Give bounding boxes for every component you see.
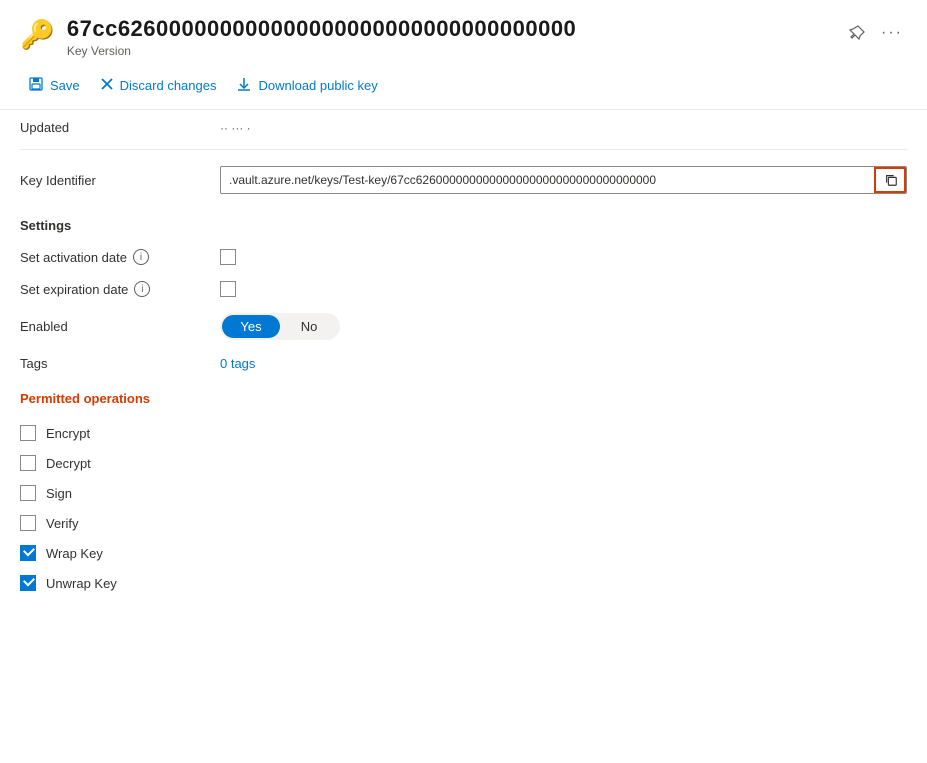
content-area: Updated ·· ··· · Key Identifier Settings… <box>0 110 927 602</box>
pin-button[interactable] <box>845 21 869 45</box>
tags-row: Tags 0 tags <box>20 348 907 379</box>
download-label: Download public key <box>258 78 377 93</box>
header-actions: ··· <box>845 16 907 46</box>
activation-row: Set activation date i <box>20 241 907 273</box>
key-identifier-input[interactable] <box>221 167 874 193</box>
tags-link[interactable]: 0 tags <box>220 356 255 371</box>
header-text: 67cc626000000000000000000000000000000000… <box>67 16 833 58</box>
operation-checkbox[interactable] <box>20 425 36 441</box>
operation-row: Verify <box>20 508 907 538</box>
page-title: 67cc626000000000000000000000000000000000 <box>67 16 833 42</box>
operation-label: Sign <box>46 486 72 501</box>
permitted-operations-list: Encrypt Decrypt Sign Verify Wrap Key Unwrap K… <box>20 414 907 602</box>
divider-1 <box>20 149 907 150</box>
toolbar: Save Discard changes Download public key <box>0 66 927 110</box>
scrolled-label: Updated <box>20 120 220 135</box>
key-identifier-field <box>220 166 907 194</box>
copy-button[interactable] <box>874 167 906 193</box>
expiration-checkbox[interactable] <box>220 281 236 297</box>
activation-checkbox[interactable] <box>220 249 236 265</box>
settings-section-title: Settings <box>20 206 907 241</box>
scrolled-field-row: Updated ·· ··· · <box>20 110 907 145</box>
operation-checkbox[interactable] <box>20 515 36 531</box>
discard-label: Discard changes <box>120 78 217 93</box>
operation-row: Unwrap Key <box>20 568 907 598</box>
operation-row: Decrypt <box>20 448 907 478</box>
key-icon: 🔑 <box>20 18 55 51</box>
key-identifier-row: Key Identifier <box>20 154 907 206</box>
operation-checkbox[interactable] <box>20 455 36 471</box>
enabled-label: Enabled <box>20 319 220 334</box>
key-identifier-label: Key Identifier <box>20 173 220 188</box>
page-header: 🔑 67cc6260000000000000000000000000000000… <box>0 0 927 66</box>
operation-label: Verify <box>46 516 79 531</box>
operation-checkbox[interactable] <box>20 545 36 561</box>
expiration-label: Set expiration date i <box>20 281 220 297</box>
operation-row: Sign <box>20 478 907 508</box>
page-subtitle: Key Version <box>67 44 833 58</box>
save-icon <box>28 76 44 95</box>
save-button[interactable]: Save <box>20 70 88 101</box>
save-label: Save <box>50 78 80 93</box>
operation-label: Encrypt <box>46 426 90 441</box>
toggle-yes[interactable]: Yes <box>222 315 280 338</box>
operation-row: Wrap Key <box>20 538 907 568</box>
operation-label: Decrypt <box>46 456 91 471</box>
activation-label: Set activation date i <box>20 249 220 265</box>
operation-row: Encrypt <box>20 418 907 448</box>
activation-info-icon[interactable]: i <box>133 249 149 265</box>
enabled-toggle[interactable]: Yes No <box>220 313 340 340</box>
scrolled-value: ·· ··· · <box>220 121 907 135</box>
discard-button[interactable]: Discard changes <box>92 71 225 100</box>
operation-checkbox[interactable] <box>20 575 36 591</box>
download-button[interactable]: Download public key <box>228 70 385 101</box>
expiration-row: Set expiration date i <box>20 273 907 305</box>
permitted-ops-title: Permitted operations <box>20 379 907 414</box>
download-icon <box>236 76 252 95</box>
operation-label: Unwrap Key <box>46 576 117 591</box>
discard-icon <box>100 77 114 94</box>
operation-label: Wrap Key <box>46 546 103 561</box>
more-options-button[interactable]: ··· <box>877 20 907 46</box>
operation-checkbox[interactable] <box>20 485 36 501</box>
tags-label: Tags <box>20 356 220 371</box>
expiration-info-icon[interactable]: i <box>134 281 150 297</box>
toggle-no[interactable]: No <box>280 315 338 338</box>
enabled-row: Enabled Yes No <box>20 305 907 348</box>
